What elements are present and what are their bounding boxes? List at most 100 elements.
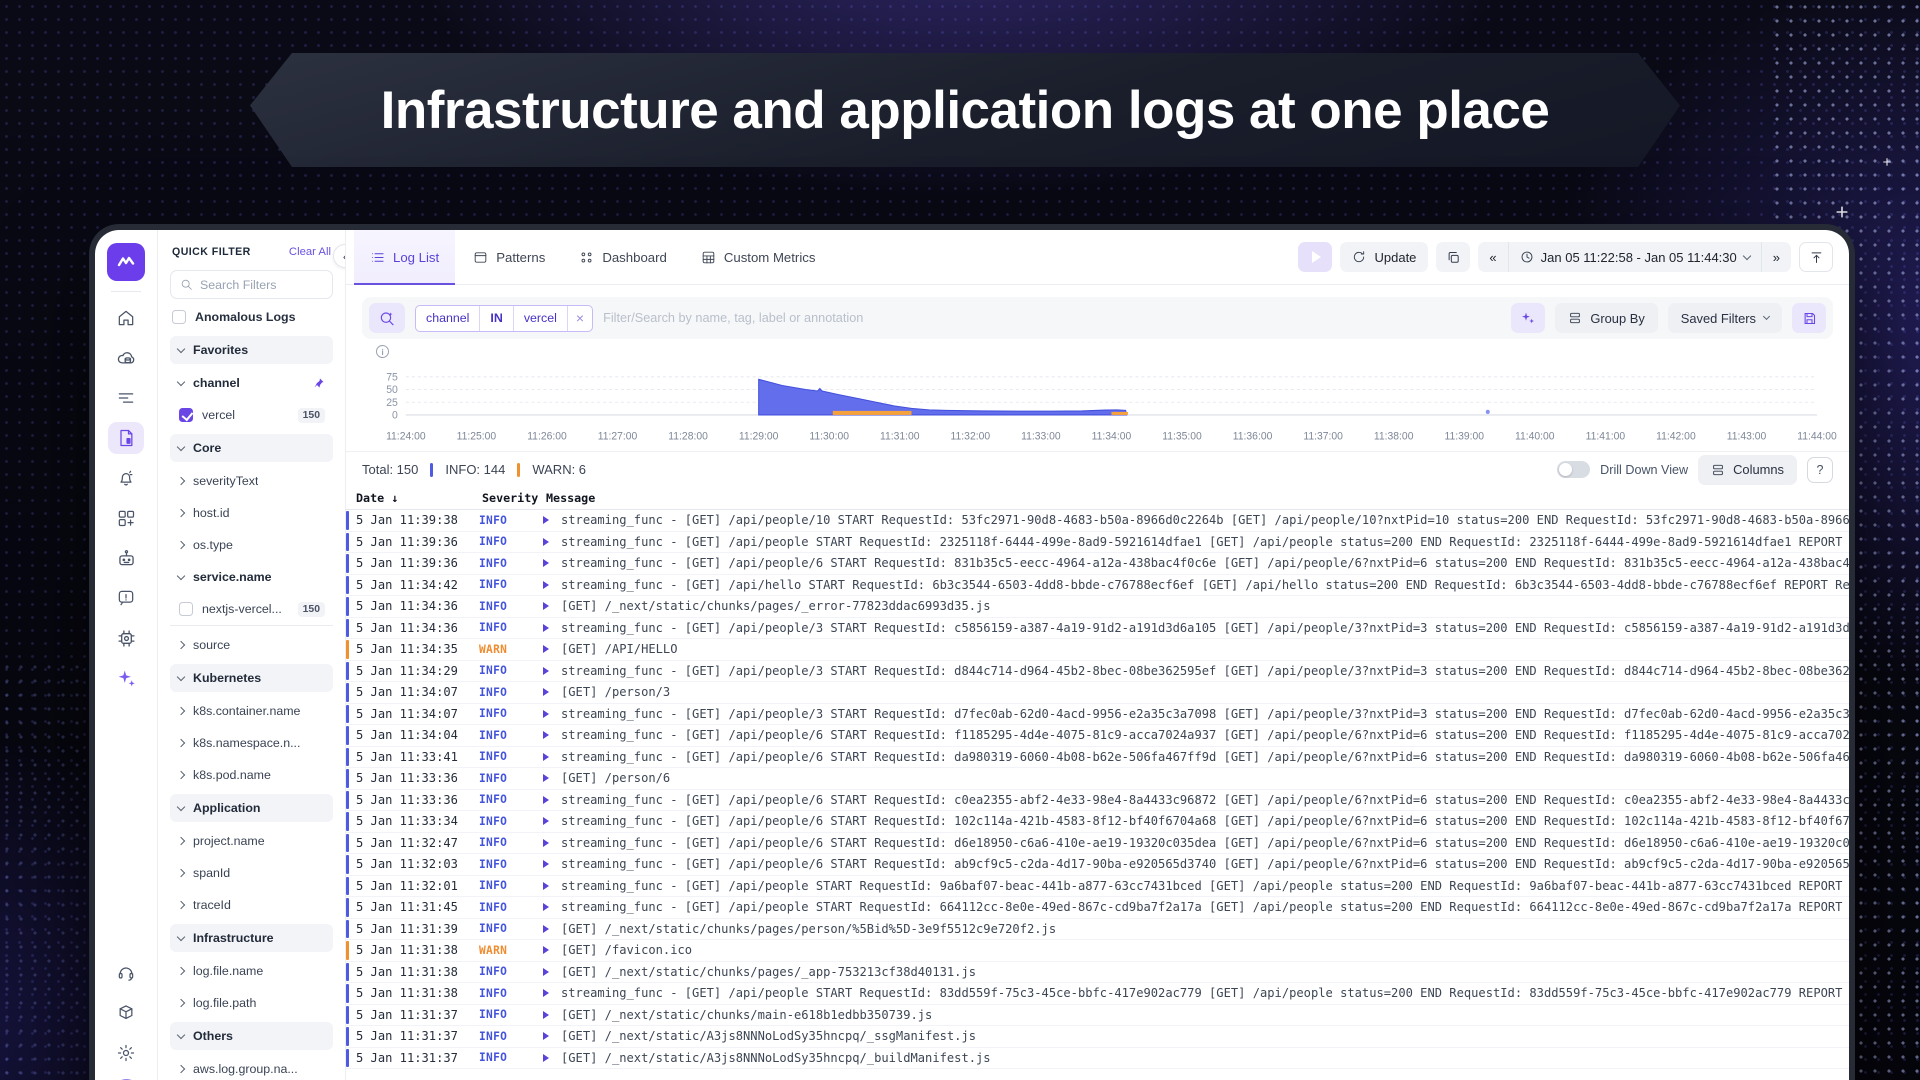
expand-arrow-icon[interactable] [543,710,561,718]
filter-group-service-name[interactable]: service.name [170,564,333,590]
log-row[interactable]: 5 Jan 11:34:07 INFO streaming_func - [GE… [346,704,1849,726]
log-row[interactable]: 5 Jan 11:34:42 INFO streaming_func - [GE… [346,575,1849,597]
expand-arrow-icon[interactable] [543,667,561,675]
log-row[interactable]: 5 Jan 11:33:36 INFO [GET] /person/6 [346,768,1849,790]
expand-arrow-icon[interactable] [543,753,561,761]
drill-down-toggle[interactable] [1557,461,1590,478]
log-row[interactable]: 5 Jan 11:33:36 INFO streaming_func - [GE… [346,790,1849,812]
expand-arrow-icon[interactable] [543,538,561,546]
log-row[interactable]: 5 Jan 11:31:38 INFO [GET] /_next/static/… [346,962,1849,984]
expand-arrow-icon[interactable] [543,882,561,890]
group-by-button[interactable]: Group By [1555,303,1657,333]
log-row[interactable]: 5 Jan 11:32:47 INFO streaming_func - [GE… [346,833,1849,855]
logs-lines-icon[interactable] [108,382,144,414]
column-message[interactable]: Message [546,491,595,505]
search-filters-input[interactable]: Search Filters [170,270,333,299]
alerts-bell-icon[interactable] [108,462,144,494]
checkbox-icon[interactable] [179,408,193,422]
expand-arrow-icon[interactable] [543,559,561,567]
expand-arrow-icon[interactable] [543,645,561,653]
filter-section-application[interactable]: Application [170,794,333,822]
expand-arrow-icon[interactable] [543,774,561,782]
log-row[interactable]: 5 Jan 11:32:01 INFO streaming_func - [GE… [346,876,1849,898]
filter-section-kubernetes[interactable]: Kubernetes [170,664,333,692]
export-button[interactable] [1799,242,1833,272]
expand-arrow-icon[interactable] [543,1054,561,1062]
filter-value-vercel[interactable]: vercel150 [170,402,333,428]
exceptions-bubble-icon[interactable] [108,582,144,614]
expand-arrow-icon[interactable] [543,946,561,954]
log-row[interactable]: 5 Jan 11:31:37 INFO [GET] /_next/static/… [346,1005,1849,1027]
ai-sparkle-icon[interactable] [108,662,144,694]
column-date[interactable]: Date ↓ [356,491,482,505]
checkbox-icon[interactable] [172,310,186,324]
chip-close-icon[interactable]: × [567,306,592,331]
filter-section-favorites[interactable]: Favorites [170,336,333,364]
copy-button[interactable] [1436,242,1470,272]
filter-attr-k8s-namespace-n-[interactable]: k8s.namespace.n... [170,730,333,756]
filter-attr-host-id[interactable]: host.id [170,500,333,526]
anomalous-logs-checkbox[interactable]: Anomalous Logs [172,310,331,324]
support-headset-icon[interactable] [108,957,144,989]
log-row[interactable]: 5 Jan 11:34:29 INFO streaming_func - [GE… [346,661,1849,683]
live-play-button[interactable] [1298,242,1332,272]
filter-attr-k8s-pod-name[interactable]: k8s.pod.name [170,762,333,788]
dashboards-add-icon[interactable] [108,502,144,534]
log-row[interactable]: 5 Jan 11:31:39 INFO [GET] /_next/static/… [346,919,1849,941]
log-row[interactable]: 5 Jan 11:34:04 INFO streaming_func - [GE… [346,725,1849,747]
saved-filters-dropdown[interactable]: Saved Filters [1668,303,1782,333]
filter-attr-traceid[interactable]: traceId [170,892,333,918]
assistant-robot-icon[interactable] [108,542,144,574]
expand-arrow-icon[interactable] [543,602,561,610]
expand-arrow-icon[interactable] [543,624,561,632]
log-row[interactable]: 5 Jan 11:39:36 INFO streaming_func - [GE… [346,532,1849,554]
time-range-picker[interactable]: Jan 05 11:22:58 - Jan 05 11:44:30 [1508,242,1761,272]
log-row[interactable]: 5 Jan 11:34:36 INFO streaming_func - [GE… [346,618,1849,640]
filter-group-channel[interactable]: channel [170,370,333,396]
help-button[interactable]: ? [1807,457,1833,483]
filter-section-core[interactable]: Core [170,434,333,462]
expand-arrow-icon[interactable] [543,581,561,589]
filter-attr-source[interactable]: source [170,632,333,658]
expand-arrow-icon[interactable] [543,817,561,825]
log-row[interactable]: 5 Jan 11:33:34 INFO streaming_func - [GE… [346,811,1849,833]
log-row[interactable]: 5 Jan 11:34:35 WARN [GET] /API/HELLO [346,639,1849,661]
log-row[interactable]: 5 Jan 11:31:37 INFO [GET] /_next/static/… [346,1026,1849,1048]
logs-explorer-document-icon[interactable] [108,422,144,454]
expand-arrow-icon[interactable] [543,925,561,933]
filter-attr-spanid[interactable]: spanId [170,860,333,886]
expand-arrow-icon[interactable] [543,688,561,696]
expand-arrow-icon[interactable] [543,796,561,804]
expand-arrow-icon[interactable] [543,860,561,868]
filter-attr-k8s-container-name[interactable]: k8s.container.name [170,698,333,724]
sidebar-collapse-button[interactable]: ‹ [333,244,346,268]
column-severity[interactable]: Severity [482,491,546,505]
expand-arrow-icon[interactable] [543,903,561,911]
filter-attr-log-file-path[interactable]: log.file.path [170,990,333,1016]
expand-arrow-icon[interactable] [543,731,561,739]
filter-attr-project-name[interactable]: project.name [170,828,333,854]
home-icon[interactable] [108,302,144,334]
tab-log-list[interactable]: Log List [354,230,455,284]
log-row[interactable]: 5 Jan 11:32:03 INFO streaming_func - [GE… [346,854,1849,876]
columns-button[interactable]: Columns [1698,455,1797,485]
filter-attr-aws-log-group-na-[interactable]: aws.log.group.na... [170,1056,333,1080]
integrations-box-icon[interactable] [108,997,144,1029]
time-range-next-button[interactable]: » [1761,242,1791,272]
log-row[interactable]: 5 Jan 11:33:41 INFO streaming_func - [GE… [346,747,1849,769]
log-row[interactable]: 5 Jan 11:31:38 WARN [GET] /favicon.ico [346,940,1849,962]
filter-attr-log-file-name[interactable]: log.file.name [170,958,333,984]
expand-arrow-icon[interactable] [543,839,561,847]
filter-section-infrastructure[interactable]: Infrastructure [170,924,333,952]
query-builder-button[interactable] [369,303,405,333]
time-range-prev-button[interactable]: « [1478,242,1507,272]
ai-filter-button[interactable] [1511,303,1545,333]
update-button[interactable]: Update [1340,242,1428,272]
log-row[interactable]: 5 Jan 11:31:38 INFO streaming_func - [GE… [346,983,1849,1005]
signoz-logo[interactable] [107,243,145,281]
save-filter-button[interactable] [1792,303,1826,333]
filter-search-input[interactable]: Filter/Search by name, tag, label or ann… [603,311,1501,325]
filter-value-nextjs-vercel-[interactable]: nextjs-vercel...150 [170,596,333,626]
settings-gear-icon[interactable] [108,1037,144,1069]
log-row[interactable]: 5 Jan 11:34:07 INFO [GET] /person/3 [346,682,1849,704]
